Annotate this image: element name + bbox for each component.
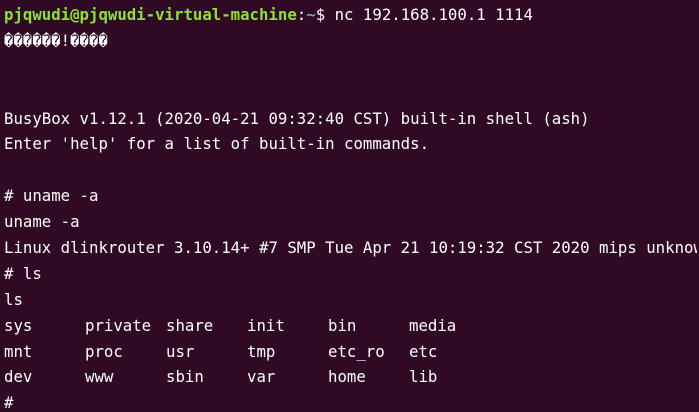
ls-entry: etc_ro (328, 341, 385, 361)
ls-entry: media (409, 315, 457, 335)
ls-command: # ls (4, 263, 42, 283)
ls-row: dev www sbin var home lib (4, 364, 699, 390)
ls-entry: mnt (4, 341, 33, 361)
ls-entry: tmp (247, 341, 276, 361)
terminal-window[interactable]: pjqwudi@pjqwudi-virtual-machine:~$ nc 19… (0, 0, 699, 412)
ls-entry: private (85, 315, 152, 335)
prompt-user-host: pjqwudi@pjqwudi-virtual-machine (4, 5, 297, 24)
prompt-command: nc 192.168.100.1 1114 (325, 5, 533, 24)
ls-echo: ls (4, 289, 23, 309)
ls-row: sys private share init bin media (4, 313, 699, 339)
ls-entry: bin (328, 315, 357, 335)
ls-entry: proc (85, 341, 123, 361)
ls-entry: share (166, 315, 214, 335)
ls-entry: dev (4, 367, 33, 387)
uname-command: # uname -a (4, 186, 99, 206)
ls-entry: etc (409, 341, 438, 361)
garbled-output: ������!���� (4, 30, 108, 50)
uname-echo: uname -a (4, 212, 80, 232)
ls-entry: usr (166, 341, 195, 361)
busybox-banner: BusyBox v1.12.1 (2020-04-21 09:32:40 CST… (4, 108, 590, 128)
ls-entry: var (247, 367, 276, 387)
uname-result: Linux dlinkrouter 3.10.14+ #7 SMP Tue Ap… (4, 238, 699, 258)
prompt-path: ~ (306, 5, 316, 24)
ls-entry: lib (409, 367, 438, 387)
prompt-separator: : (296, 5, 307, 24)
ls-row: mnt proc usr tmp etc_ro etc (4, 339, 699, 365)
ls-entry: init (247, 315, 285, 335)
ls-entry: sbin (166, 367, 204, 387)
prompt-line: pjqwudi@pjqwudi-virtual-machine:~$ nc 19… (4, 2, 699, 28)
ls-entry: www (85, 367, 114, 387)
help-hint: Enter 'help' for a list of built-in comm… (4, 134, 430, 154)
ls-entry: home (328, 367, 366, 387)
final-prompt: # (4, 393, 14, 412)
ls-entry: sys (4, 315, 33, 335)
prompt-symbol: $ (315, 5, 326, 24)
